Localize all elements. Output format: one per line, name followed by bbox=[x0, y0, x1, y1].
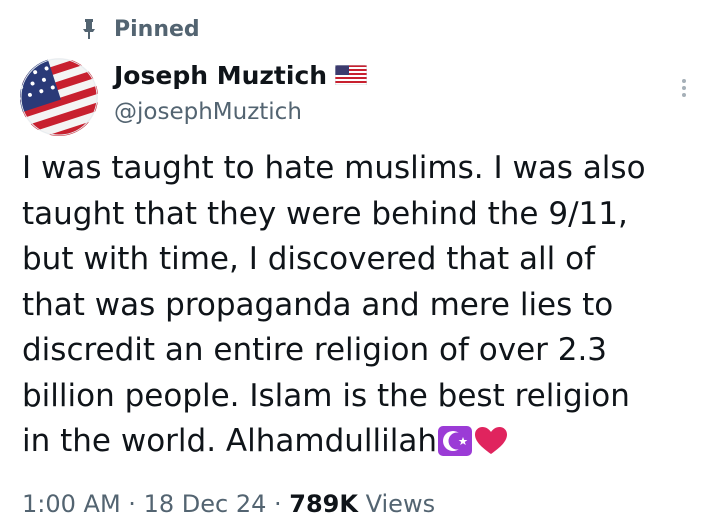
more-options-button[interactable] bbox=[672, 74, 696, 102]
avatar[interactable] bbox=[20, 58, 98, 136]
tweet-time[interactable]: 1:00 AM bbox=[22, 490, 121, 518]
tweet-line-text: in the world. Alhamdullilah bbox=[22, 423, 437, 459]
more-dot bbox=[682, 93, 686, 97]
tweet-line-last: in the world. Alhamdullilah bbox=[22, 419, 702, 465]
tweet-date[interactable]: 18 Dec 24 bbox=[144, 490, 267, 518]
more-dot bbox=[682, 79, 686, 83]
tweet-meta: 1:00 AM · 18 Dec 24 · 789K Views bbox=[22, 490, 435, 518]
name-row: Joseph Muztich bbox=[114, 58, 368, 92]
display-name[interactable]: Joseph Muztich bbox=[114, 61, 327, 90]
tweet-line: that was propaganda and mere lies to bbox=[22, 286, 614, 323]
pinned-indicator: Pinned bbox=[78, 14, 200, 44]
meta-separator: · bbox=[128, 490, 136, 518]
tweet-line: taught that they were behind the 9/11, bbox=[22, 195, 628, 232]
author-block: Joseph Muztich @josephMuztich bbox=[114, 58, 368, 128]
red-heart-icon bbox=[473, 425, 509, 471]
american-flag-avatar bbox=[20, 58, 98, 136]
more-dot bbox=[682, 86, 686, 90]
views-count[interactable]: 789K bbox=[289, 490, 358, 518]
pin-icon bbox=[78, 16, 100, 42]
pinned-label: Pinned bbox=[114, 16, 200, 42]
tweet-line: billion people. Islam is the best religi… bbox=[22, 377, 630, 414]
user-handle[interactable]: @josephMuztich bbox=[114, 96, 367, 128]
tweet-line: but with time, I discovered that all of bbox=[22, 241, 596, 277]
star-and-crescent-icon bbox=[437, 425, 473, 471]
views-label: Views bbox=[365, 490, 436, 518]
tweet-text: I was taught to hate muslims. I was also… bbox=[22, 146, 702, 465]
tweet-line: discredit an entire religion of over 2.3 bbox=[22, 332, 608, 368]
us-flag-icon bbox=[334, 64, 368, 86]
tweet-line: I was taught to hate muslims. I was also bbox=[22, 150, 646, 186]
meta-separator: · bbox=[274, 490, 282, 518]
